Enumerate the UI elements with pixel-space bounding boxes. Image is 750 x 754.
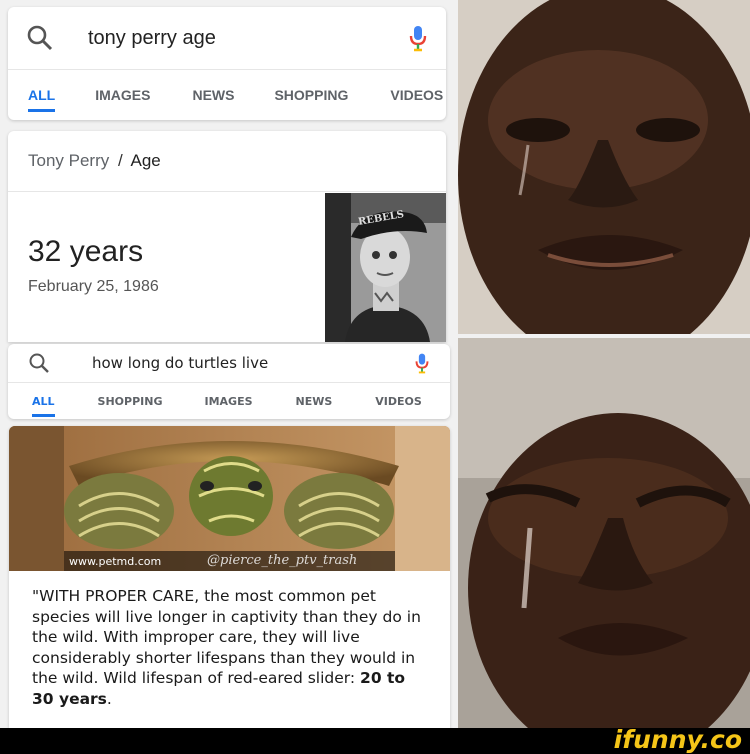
tab-bar-1: ALL IMAGES NEWS SHOPPING VIDEOS: [8, 69, 446, 120]
breadcrumb-name[interactable]: Tony Perry: [28, 151, 109, 170]
search-input[interactable]: tony perry age: [88, 27, 408, 50]
breadcrumb: Tony Perry / Age: [8, 131, 446, 192]
tab-images[interactable]: IMAGES: [95, 87, 150, 103]
tab-videos[interactable]: VIDEOS: [375, 395, 422, 408]
search-input[interactable]: how long do turtles live: [92, 354, 414, 372]
tab-all[interactable]: ALL: [32, 395, 55, 417]
knowledge-panel: Tony Perry / Age 32 years February 25, 1…: [8, 131, 446, 342]
turtle-image[interactable]: www.petmd.com @pierce_the_ptv_trash: [9, 426, 450, 571]
birth-date: February 25, 1986: [28, 278, 159, 295]
tab-bar-2: ALL SHOPPING IMAGES NEWS VIDEOS: [8, 382, 450, 419]
image-source[interactable]: www.petmd.com: [69, 555, 161, 568]
tab-images[interactable]: IMAGES: [204, 395, 252, 408]
mic-icon[interactable]: [414, 352, 430, 374]
answer-card: www.petmd.com @pierce_the_ptv_trash "WIT…: [9, 426, 450, 728]
breadcrumb-attribute: Age: [130, 151, 161, 170]
search-card-1: tony perry age ALL IMAGES NEWS SHOPPING …: [8, 7, 446, 120]
watermark: @pierce_the_ptv_trash: [207, 553, 358, 568]
snippet-end: .: [106, 689, 112, 708]
age-value: 32 years: [28, 235, 144, 268]
search-icon[interactable]: [28, 352, 52, 374]
tab-news[interactable]: NEWS: [192, 87, 234, 103]
search-icon[interactable]: [26, 24, 58, 52]
mic-icon[interactable]: [408, 24, 428, 52]
tab-all[interactable]: ALL: [28, 87, 56, 112]
search-bar-2[interactable]: how long do turtles live: [8, 344, 450, 382]
footer-bar: ifunny.co: [0, 725, 750, 754]
search-card-2: how long do turtles live ALL SHOPPING IM…: [8, 344, 450, 419]
breadcrumb-separator: /: [117, 151, 123, 170]
answer-snippet: "WITH PROPER CARE, the most common pet s…: [32, 586, 432, 710]
tab-shopping[interactable]: SHOPPING: [98, 395, 163, 408]
tab-shopping[interactable]: SHOPPING: [274, 87, 348, 103]
crying-man-photo-bottom: [458, 338, 750, 728]
crying-man-photo-top: [458, 0, 750, 334]
ifunny-logo: ifunny.co: [613, 725, 742, 754]
tab-videos[interactable]: VIDEOS: [390, 87, 443, 103]
person-photo[interactable]: REBELS: [325, 193, 446, 342]
tab-news[interactable]: NEWS: [296, 395, 333, 408]
search-bar-1[interactable]: tony perry age: [8, 7, 446, 69]
